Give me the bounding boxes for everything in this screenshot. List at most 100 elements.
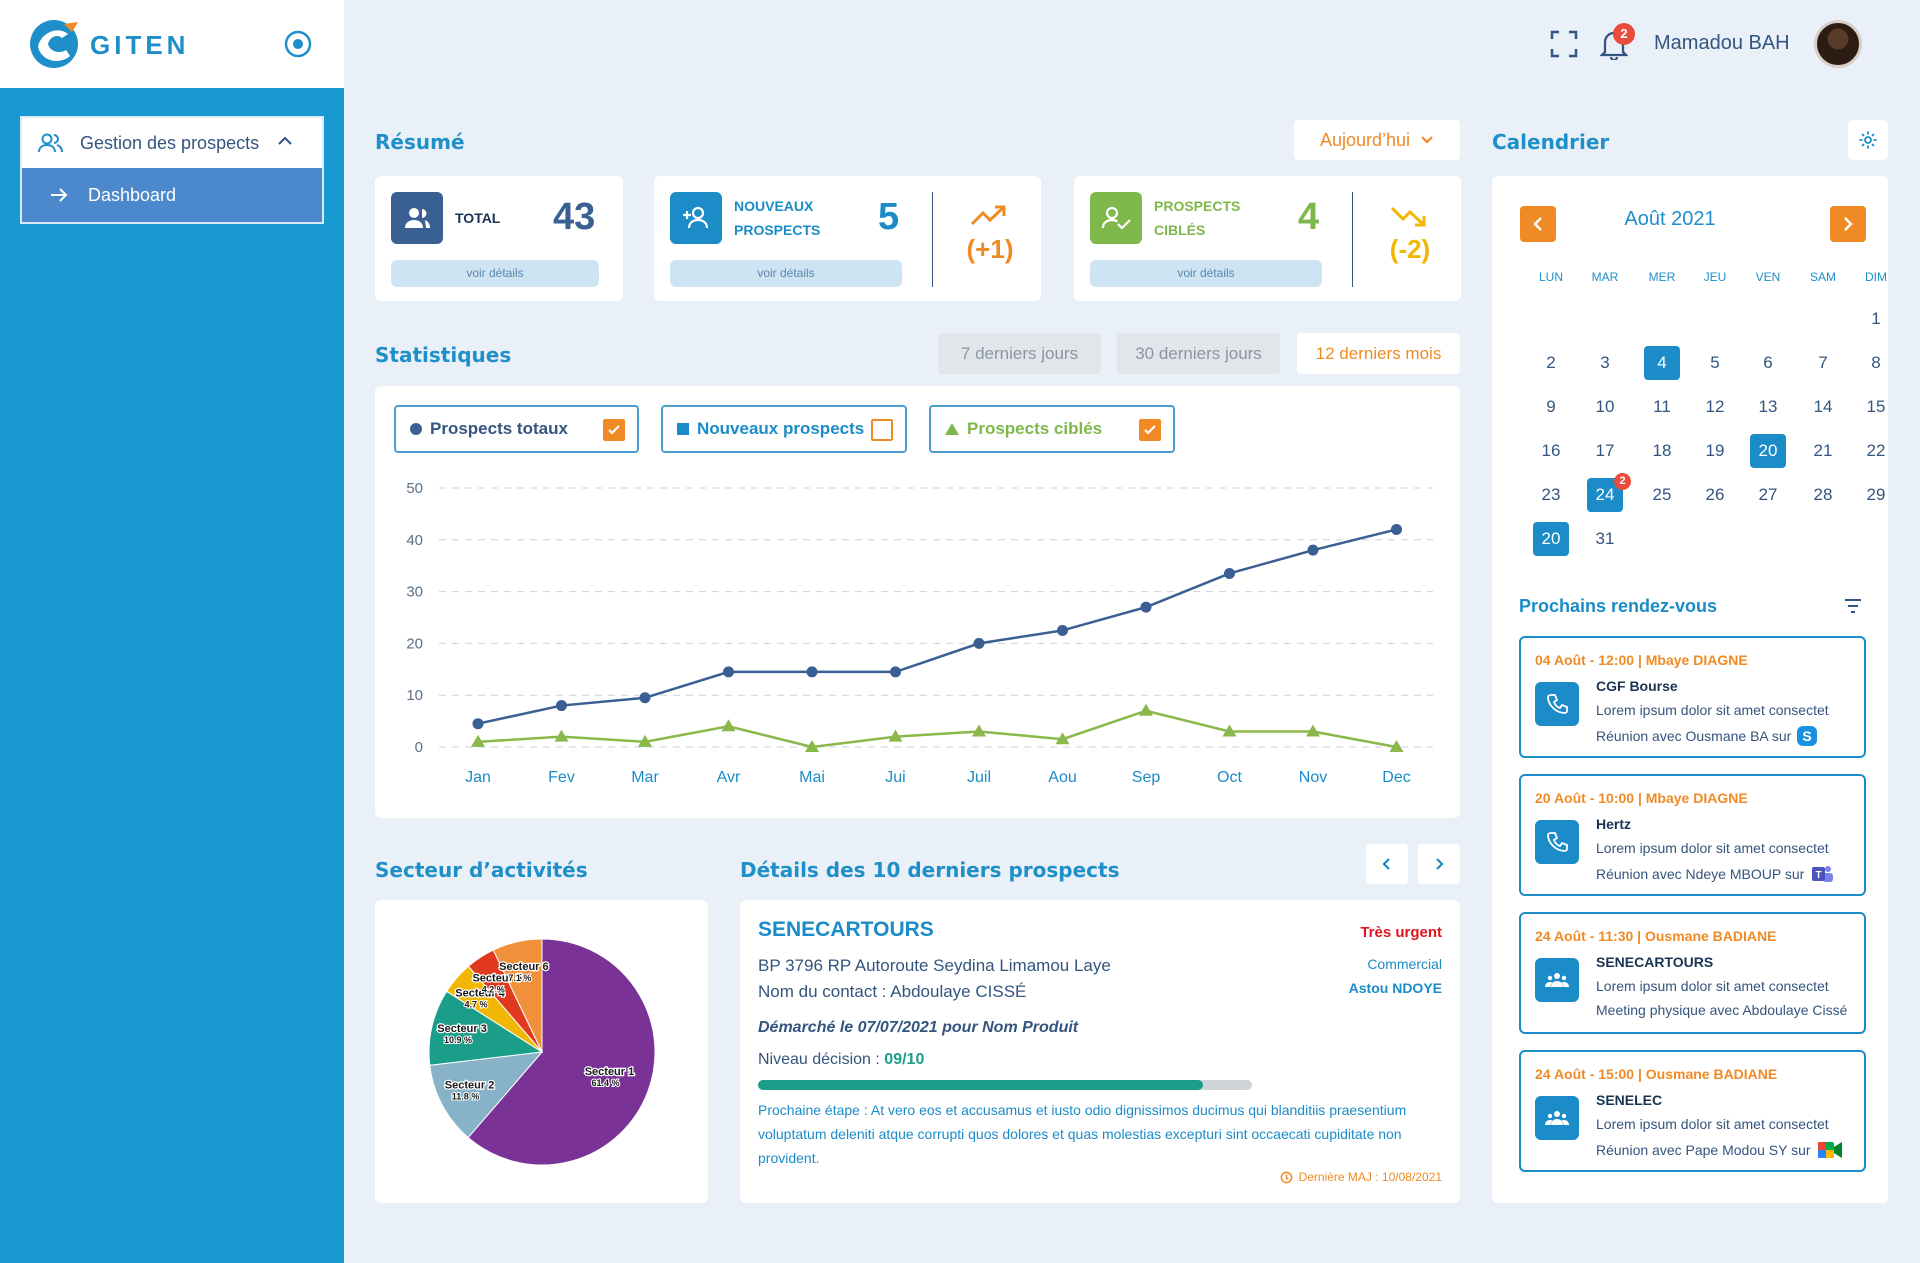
chevron-up-icon[interactable]: [276, 132, 294, 150]
sidebar-item-dashboard[interactable]: Dashboard: [22, 168, 322, 222]
calendar-day[interactable]: 9: [1533, 390, 1569, 424]
calendar-next-button[interactable]: [1830, 206, 1866, 242]
rdv-company: Hertz: [1596, 816, 1632, 832]
avatar[interactable]: [1814, 20, 1862, 68]
data-point[interactable]: [1391, 523, 1402, 535]
calendar-day[interactable]: 29: [1858, 478, 1894, 512]
series-line: [477, 528, 1397, 725]
data-point[interactable]: [639, 692, 651, 704]
rdv-description: Lorem ipsum dolor sit amet consectet: [1596, 978, 1829, 994]
data-point[interactable]: [806, 666, 818, 678]
decision-progress-fill: [758, 1080, 1203, 1090]
user-name[interactable]: Mamadou BAH: [1654, 32, 1790, 55]
data-point[interactable]: [1224, 567, 1235, 579]
details-button[interactable]: voir détails: [670, 260, 902, 287]
rdv-meeting: Réunion avec Pape Modou SY sur: [1596, 1140, 1843, 1160]
calendar-day[interactable]: 20: [1750, 434, 1786, 468]
pie-value: 11.8 %: [452, 1091, 480, 1101]
calendar-day[interactable]: 27: [1750, 478, 1786, 512]
range-7-days-button[interactable]: 7 derniers jours: [938, 333, 1101, 374]
calendar-day[interactable]: 4: [1644, 346, 1680, 380]
calendar-day[interactable]: 1: [1858, 302, 1894, 336]
calendar-day[interactable]: 19: [1697, 434, 1733, 468]
data-point[interactable]: [1057, 624, 1068, 636]
calendar-day[interactable]: 2: [1533, 346, 1569, 380]
legend-label: Prospects totaux: [430, 419, 568, 438]
calendar-month: Août 2021: [1624, 208, 1716, 230]
legend-prospects-totaux[interactable]: Prospects totaux: [394, 405, 639, 453]
calendar-day[interactable]: 7: [1805, 346, 1841, 380]
rdv-meeting-text: Meeting physique avec Abdoulaye Cissé: [1596, 1002, 1848, 1018]
details-button[interactable]: voir détails: [391, 260, 599, 287]
data-point[interactable]: [1307, 544, 1319, 556]
calendar-day[interactable]: 15: [1858, 390, 1894, 424]
calendar-day[interactable]: 28: [1805, 478, 1841, 512]
data-point[interactable]: [723, 666, 734, 678]
calendar-day[interactable]: 26: [1697, 478, 1733, 512]
skype-icon[interactable]: S: [1797, 726, 1818, 746]
calendar-day[interactable]: 22: [1858, 434, 1894, 468]
rdv-meeting: Meeting physique avec Abdoulaye Cissé: [1596, 1002, 1847, 1018]
prev-button[interactable]: [1366, 844, 1408, 884]
calendar-day[interactable]: 20: [1533, 522, 1569, 556]
rdv-card[interactable]: 20 Août - 10:00 | Mbaye DIAGNE Hertz Lorem…: [1519, 774, 1866, 896]
data-point[interactable]: [1139, 703, 1153, 716]
calendar-day[interactable]: 6: [1750, 346, 1786, 380]
chevron-right-icon: [1436, 858, 1444, 870]
data-point[interactable]: [556, 700, 567, 712]
target-icon[interactable]: [284, 30, 312, 58]
rdv-card[interactable]: 24 Août - 11:30 | Ousmane BADIANE SENECAR…: [1519, 912, 1866, 1034]
calendar-day[interactable]: 25: [1644, 478, 1680, 512]
calendar-day[interactable]: 3: [1587, 346, 1623, 380]
pie-label: Secteur 6: [499, 961, 549, 973]
legend-checkbox[interactable]: [603, 419, 625, 441]
clock-icon: [1280, 1171, 1292, 1183]
data-point[interactable]: [890, 666, 901, 678]
calendar-day[interactable]: 16: [1533, 434, 1569, 468]
calendar-day[interactable]: 5: [1697, 346, 1733, 380]
fullscreen-icon[interactable]: [1550, 30, 1578, 58]
rdv-description: Lorem ipsum dolor sit amet consectet: [1596, 702, 1829, 718]
pie-label: Secteur 1: [585, 1066, 635, 1078]
rdv-card[interactable]: 04 Août - 12:00 | Mbaye DIAGNE CGF Bourse…: [1519, 636, 1866, 758]
nav-group-header[interactable]: Gestion des prospects: [22, 118, 322, 168]
period-dropdown[interactable]: Aujourd’hui: [1294, 120, 1460, 160]
stat-value: 43: [553, 196, 596, 238]
calendar-day[interactable]: 18: [1644, 434, 1680, 468]
legend-checkbox[interactable]: [1139, 419, 1161, 441]
phone-icon: [1535, 820, 1579, 864]
people-icon: [1535, 958, 1579, 1002]
range-12-months-button[interactable]: 12 derniers mois: [1297, 333, 1460, 374]
range-30-days-button[interactable]: 30 derniers jours: [1117, 333, 1280, 374]
calendar-day[interactable]: 31: [1587, 522, 1623, 556]
calendar-day[interactable]: 13: [1750, 390, 1786, 424]
legend-prospects-cibles[interactable]: Prospects ciblés: [929, 405, 1175, 453]
calendar-day[interactable]: 12: [1697, 390, 1733, 424]
meet-icon[interactable]: [1817, 1140, 1843, 1160]
filter-icon[interactable]: [1844, 598, 1862, 614]
calendar-day[interactable]: 23: [1533, 478, 1569, 512]
legend-checkbox[interactable]: [871, 419, 893, 441]
data-point[interactable]: [972, 724, 986, 737]
data-point[interactable]: [472, 718, 484, 730]
rdv-card[interactable]: 24 Août - 15:00 | Ousmane BADIANE SENELEC…: [1519, 1050, 1866, 1172]
calendar-day[interactable]: 21: [1805, 434, 1841, 468]
pie-label: Secteur 2: [445, 1079, 495, 1091]
legend-nouveaux-prospects[interactable]: Nouveaux prospects: [661, 405, 907, 453]
teams-icon[interactable]: T: [1810, 864, 1834, 884]
contact-name: Nom du contact : Abdoulaye CISSÉ: [758, 982, 1027, 1001]
data-point[interactable]: [721, 719, 736, 732]
calendar-day[interactable]: 17: [1587, 434, 1623, 468]
details-button[interactable]: voir détails: [1090, 260, 1322, 287]
x-tick-label: Aou: [1048, 769, 1076, 786]
data-point[interactable]: [1140, 601, 1152, 613]
data-point[interactable]: [973, 637, 985, 649]
calendar-day[interactable]: 11: [1644, 390, 1680, 424]
data-point[interactable]: [554, 729, 569, 742]
stat-delta: (+1): [966, 234, 1014, 264]
calendar-day[interactable]: 10: [1587, 390, 1623, 424]
calendar-day[interactable]: 8: [1858, 346, 1894, 380]
next-button[interactable]: [1418, 844, 1460, 884]
calendar-day[interactable]: 14: [1805, 390, 1841, 424]
calendar-settings-button[interactable]: [1848, 120, 1888, 160]
